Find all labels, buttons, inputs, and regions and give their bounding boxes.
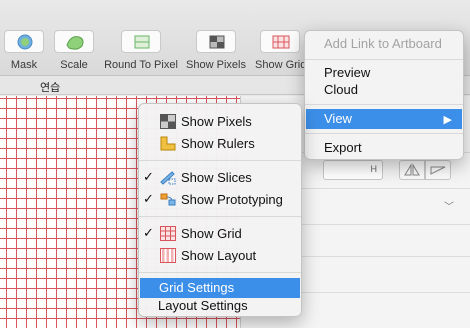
menu-separator [305,59,463,60]
pixel-grid-icon [160,114,176,129]
menu-separator [305,104,463,105]
menu-item-export[interactable]: Export [305,138,463,158]
menu-separator [305,133,463,134]
show-pixels-label: Show Pixels [186,59,246,71]
grid-icon [272,35,290,49]
flip-vertical-button[interactable] [425,160,451,180]
checkmark-icon: ✓ [143,169,154,184]
menu-separator [139,272,301,273]
menu-separator [139,216,301,217]
flip-horizontal-button[interactable] [399,160,425,180]
pixel-grid-icon [209,35,225,49]
round-to-pixel-label: Round To Pixel [104,59,178,71]
menu-item-show-grid[interactable]: ✓ Show Grid [139,224,301,244]
ruler-icon [160,136,176,151]
show-pixels-button[interactable] [196,30,236,53]
checkmark-icon: ✓ [143,225,154,240]
round-to-pixel-button[interactable] [121,30,161,53]
chevron-down-icon[interactable]: ﹀ [444,198,454,213]
grid-icon [160,226,176,241]
menu-item-show-pixels[interactable]: Show Pixels [139,112,301,132]
show-pixels-tool[interactable]: Show Pixels [184,30,248,71]
mask-tool[interactable]: Mask [2,30,46,71]
document-tab-label[interactable]: 연습 [40,79,60,95]
menu-item-view[interactable]: View ▶ [306,109,462,129]
scale-label: Scale [60,59,88,71]
show-grid-label: Show Grid [255,59,307,71]
height-field[interactable]: H [323,160,383,180]
scale-button[interactable] [54,30,94,53]
mask-button[interactable] [4,30,44,53]
scale-icon [66,36,84,50]
view-submenu: Show Pixels Show Rulers ✓ Show Slices ✓ … [138,103,302,317]
height-field-label: H [370,164,378,174]
menu-item-show-prototyping[interactable]: ✓ Show Prototyping [139,190,301,210]
menu-item-cloud[interactable]: Cloud [305,80,463,100]
round-to-pixel-icon [134,35,150,49]
flip-horizontal-icon [404,163,420,176]
menu-item-add-link-to-artboard[interactable]: Add Link to Artboard [305,34,463,54]
menu-separator [139,160,301,161]
show-grid-button[interactable] [260,30,300,53]
menu-item-layout-settings[interactable]: Layout Settings [139,296,301,316]
show-grid-tool[interactable]: Show Grid [252,30,308,71]
context-menu: Add Link to Artboard Preview Cloud View … [304,30,464,160]
menu-item-show-rulers[interactable]: Show Rulers [139,134,301,154]
menu-item-grid-settings[interactable]: Grid Settings [140,278,300,298]
prototyping-icon [160,193,176,206]
mask-label: Mask [10,59,38,71]
submenu-arrow-icon: ▶ [443,114,452,126]
menu-item-show-slices[interactable]: ✓ Show Slices [139,168,301,188]
checkmark-icon: ✓ [143,191,154,206]
round-to-pixel-tool[interactable]: Round To Pixel [100,30,182,71]
flip-vertical-icon [430,166,446,175]
layout-columns-icon [160,248,176,263]
slice-icon [160,171,176,185]
mask-icon [17,34,33,50]
scale-tool[interactable]: Scale [52,30,96,71]
menu-item-show-layout[interactable]: Show Layout [139,246,301,266]
